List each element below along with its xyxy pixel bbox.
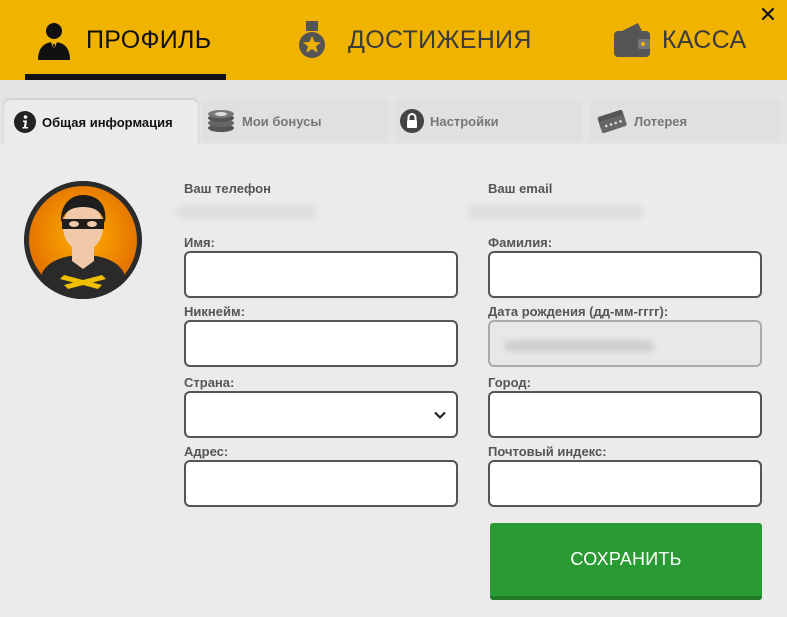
city-input[interactable] [488, 391, 762, 438]
tab-profile-label: ПРОФИЛЬ [86, 25, 212, 54]
phone-value-redacted [176, 206, 316, 218]
tab-profile[interactable]: ПРОФИЛЬ [36, 0, 211, 80]
save-button-label: СОХРАНИТЬ [570, 549, 682, 569]
user-tie-icon [36, 20, 72, 60]
birthdate-label: Дата рождения (дд-мм-гггг): [488, 304, 669, 319]
nickname-label: Никнейм: [184, 304, 245, 319]
last-name-label: Фамилия: [488, 235, 553, 250]
subtab-lottery-label: Лотерея [634, 113, 688, 129]
subtab-general-info[interactable]: Общая информация [4, 100, 198, 144]
first-name-label: Имя: [184, 235, 215, 250]
top-navigation: ПРОФИЛЬ ДОСТИЖЕНИЯ КАССА ✕ [0, 0, 787, 80]
subtab-settings[interactable]: Настройки [396, 100, 582, 142]
chevron-down-icon [434, 408, 446, 424]
address-input[interactable] [184, 460, 458, 507]
subtab-general-info-label: Общая информация [42, 114, 173, 130]
country-label: Страна: [184, 375, 235, 390]
country-select[interactable] [184, 391, 458, 438]
email-value-redacted [468, 206, 643, 218]
birthdate-value-redacted [504, 340, 654, 352]
wallet-icon [612, 23, 652, 57]
close-button[interactable]: ✕ [757, 4, 779, 26]
sub-navigation: Общая информация Мои бонусы Настройки Ло… [0, 80, 787, 144]
medal-icon [296, 21, 328, 59]
tickets-icon [596, 109, 628, 133]
subtab-bonuses-label: Мои бонусы [242, 113, 322, 129]
birthdate-input [488, 320, 762, 367]
subtab-lottery[interactable]: Лотерея [590, 100, 780, 142]
save-button[interactable]: СОХРАНИТЬ [490, 523, 762, 600]
tab-achievements[interactable]: ДОСТИЖЕНИЯ [296, 0, 532, 80]
avatar[interactable] [24, 181, 142, 299]
zip-input[interactable] [488, 460, 762, 507]
subtab-bonuses[interactable]: Мои бонусы [202, 100, 388, 142]
city-label: Город: [488, 375, 531, 390]
email-label: Ваш email [488, 181, 553, 196]
first-name-input[interactable] [184, 251, 458, 298]
chips-icon [206, 109, 236, 133]
tab-cashier-label: КАССА [662, 25, 747, 54]
tab-achievements-label: ДОСТИЖЕНИЯ [348, 25, 532, 54]
phone-label: Ваш телефон [184, 181, 271, 196]
close-icon: ✕ [758, 2, 778, 27]
zip-label: Почтовый индекс: [488, 444, 607, 459]
info-icon [14, 111, 36, 133]
last-name-input[interactable] [488, 251, 762, 298]
tab-cashier[interactable]: КАССА [612, 0, 746, 80]
nickname-input[interactable] [184, 320, 458, 367]
subtab-settings-label: Настройки [430, 113, 499, 129]
address-label: Адрес: [184, 444, 229, 459]
lock-icon [400, 109, 424, 133]
